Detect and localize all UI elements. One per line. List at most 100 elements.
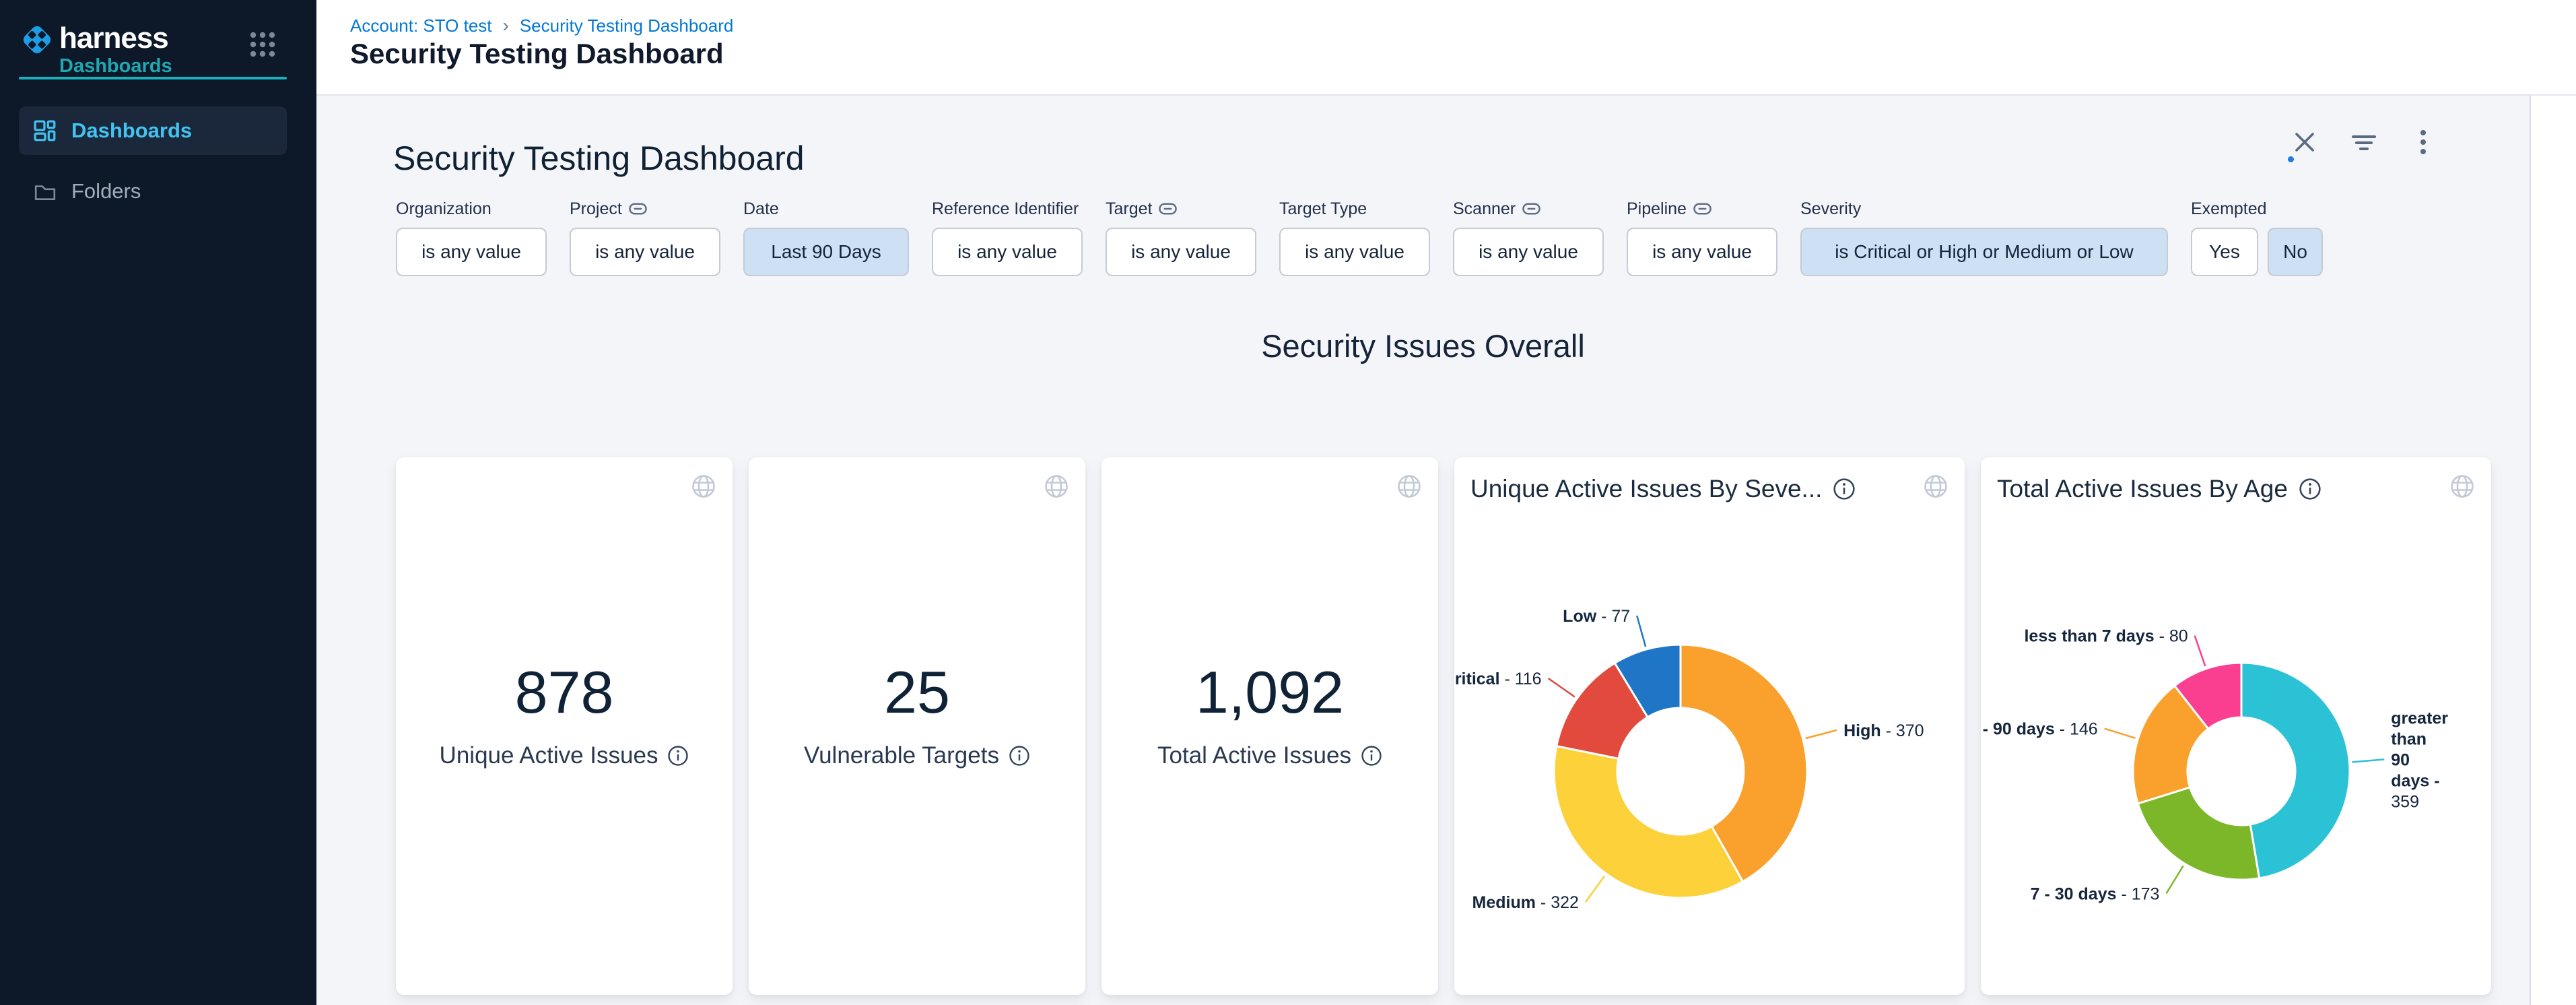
harness-logo-icon (20, 23, 54, 57)
stat-label: Vulnerable Targets (804, 742, 999, 769)
section-title: Security Issues Overall (316, 327, 2530, 364)
tile-issues-by-age: Total Active Issues By Age greaterthan90… (1981, 457, 2491, 995)
donut-label-critical: Critical - 116 (1454, 670, 1542, 688)
filter-chip: Scanner is any value (1453, 197, 1604, 276)
sidebar-item-folders[interactable]: Folders (19, 167, 287, 216)
filter-label: Severity (1800, 197, 2168, 221)
filter-label: Exempted (2191, 197, 2323, 221)
kebab-menu-icon[interactable] (2408, 127, 2439, 158)
filter-label: Target (1106, 197, 1256, 221)
dashboard-panel: Security Testing Dashboard Organization i… (316, 96, 2576, 1005)
filter-chip: Reference Identifier is any value (932, 197, 1083, 276)
info-icon[interactable] (1009, 745, 1030, 767)
filter-chip: Target is any value (1106, 197, 1256, 276)
panel-actions (2289, 127, 2439, 158)
stat-value: 25 (884, 663, 950, 722)
filter-label: Target Type (1279, 197, 1430, 221)
stat-label-row: Unique Active Issues (440, 742, 689, 769)
close-icon[interactable] (2289, 127, 2320, 158)
stat-value: 1,092 (1196, 663, 1344, 722)
dashboards-icon (34, 119, 57, 142)
filter-label: Project (570, 197, 720, 221)
dashboard-title: Security Testing Dashboard (393, 139, 805, 178)
app-root: harness Dashboards (0, 0, 2576, 1005)
donut-chart-severity[interactable]: High - 370 Medium - 322 Critical - 116 Low … (1454, 457, 1965, 995)
sidebar-divider (19, 77, 287, 79)
filter-value-reference-identifier[interactable]: is any value (932, 228, 1083, 276)
filter-value-target[interactable]: is any value (1106, 228, 1256, 276)
donut-label-medium: Medium - 322 (1472, 893, 1579, 912)
filter-value-severity[interactable]: is Critical or High or Medium or Low (1800, 228, 2168, 276)
filter-icon[interactable] (2348, 127, 2379, 158)
page-title: Security Testing Dashboard (350, 38, 724, 70)
donut-label-less-than-7-days: less than 7 days - 80 (2024, 627, 2188, 646)
stat-label-row: Vulnerable Targets (804, 742, 1030, 769)
donut-label-30---90-days: 30 - 90 days - 146 (1981, 720, 2098, 739)
stat-label: Unique Active Issues (440, 742, 658, 769)
filter-chip: Organization is any value (396, 197, 547, 276)
filter-value-pipeline[interactable]: is any value (1627, 228, 1777, 276)
filter-label: Date (743, 197, 909, 221)
globe-icon (691, 474, 716, 499)
donut-label-7---30-days: 7 - 30 days - 173 (2031, 884, 2160, 903)
scroll-gutter (2530, 96, 2576, 1005)
donut-slice-7---30-days (2138, 787, 2259, 880)
stat-label-row: Total Active Issues (1157, 742, 1382, 769)
link-icon (1693, 203, 1711, 215)
filter-label: Pipeline (1627, 197, 1777, 221)
filter-chip: Project is any value (570, 197, 720, 276)
filter-value-target-type[interactable]: is any value (1279, 228, 1430, 276)
sidebar-item-label: Folders (71, 179, 141, 203)
info-icon[interactable] (667, 745, 689, 767)
info-icon[interactable] (1361, 745, 1382, 767)
filter-value-project[interactable]: is any value (570, 228, 720, 276)
donut-slice-greater-than-90-days (2241, 663, 2350, 878)
topbar: Account: STO test › Security Testing Das… (316, 0, 2576, 96)
donut-slice-medium (1554, 746, 1743, 898)
main-area: Account: STO test › Security Testing Das… (316, 0, 2576, 1005)
sidebar-item-dashboards[interactable]: Dashboards (19, 106, 287, 155)
link-icon (629, 203, 647, 215)
tile-total-active-issues: 1,092 Total Active Issues (1101, 457, 1438, 995)
tile-row: 878 Unique Active Issues (396, 457, 2491, 995)
donut-label-low: Low - 77 (1563, 607, 1630, 626)
filter-label: Reference Identifier (932, 197, 1083, 221)
sidebar-nav: Dashboards Folders (19, 106, 287, 228)
donut-label-greater-than-90-days: greaterthan90days -359 (2391, 709, 2448, 811)
filter-label: Scanner (1453, 197, 1604, 221)
filter-chip: Pipeline is any value (1627, 197, 1777, 276)
folder-icon (34, 180, 57, 203)
filter-value-date[interactable]: Last 90 Days (743, 228, 909, 276)
sidebar: harness Dashboards (0, 0, 316, 1005)
tile-vulnerable-targets: 25 Vulnerable Targets (749, 457, 1085, 995)
filter-value-organization[interactable]: is any value (396, 228, 547, 276)
filter-chip-exempted: Exempted YesNo (2191, 197, 2323, 276)
stat-value: 878 (515, 663, 614, 722)
exempted-yes-button[interactable]: Yes (2191, 228, 2258, 276)
filter-bar: Organization is any value Project is any va… (396, 197, 2323, 276)
tile-issues-by-severity: Unique Active Issues By Seve... High - 3… (1454, 457, 1965, 995)
donut-chart-age[interactable]: greaterthan90days -359 7 - 30 days - 173 3… (1981, 457, 2491, 995)
brand[interactable]: harness Dashboards (20, 23, 172, 77)
exempted-no-button[interactable]: No (2268, 228, 2323, 276)
sidebar-item-label: Dashboards (71, 119, 192, 143)
breadcrumb-account-link[interactable]: Account: STO test (350, 15, 492, 36)
stat-label: Total Active Issues (1157, 742, 1351, 769)
module-switcher-icon[interactable] (249, 31, 276, 58)
donut-label-high: High - 370 (1843, 721, 1924, 740)
brand-wordmark: harness (59, 23, 172, 54)
globe-icon (1044, 474, 1069, 499)
link-icon (1159, 203, 1177, 215)
globe-icon (1396, 474, 1422, 499)
breadcrumb-separator: › (503, 15, 509, 36)
cursor-dot (2288, 156, 2294, 162)
breadcrumb-dashboard-link[interactable]: Security Testing Dashboard (520, 15, 733, 36)
breadcrumb: Account: STO test › Security Testing Das… (350, 15, 733, 36)
filter-label: Organization (396, 197, 547, 221)
filter-chip: Date Last 90 Days (743, 197, 909, 276)
brand-product-label: Dashboards (59, 55, 172, 77)
tile-unique-active-issues: 878 Unique Active Issues (396, 457, 733, 995)
filter-chip: Severity is Critical or High or Medium or… (1800, 197, 2168, 276)
filter-value-scanner[interactable]: is any value (1453, 228, 1604, 276)
link-icon (1522, 203, 1540, 215)
